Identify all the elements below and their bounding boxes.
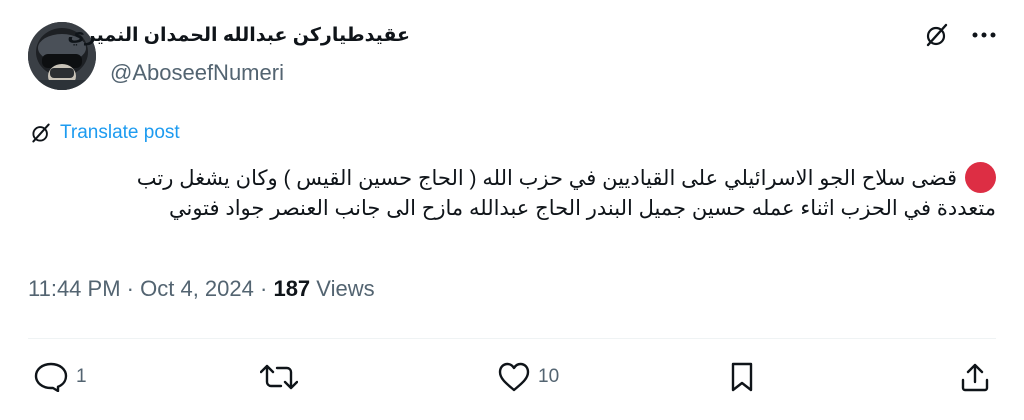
grok-icon[interactable] (924, 22, 950, 48)
share-button[interactable] (960, 362, 990, 392)
post-line-1: قضى سلاح الجو الاسرائيلي على القياديين ف… (36, 162, 996, 195)
views-label: Views (316, 276, 375, 301)
post-text: قضى سلاح الجو الاسرائيلي على القياديين ف… (36, 162, 996, 223)
like-button[interactable]: 10 (498, 362, 559, 392)
share-icon (961, 363, 989, 392)
views-count: 187 (273, 276, 311, 301)
meta-separator: · (260, 276, 274, 301)
translate-label: Translate post (60, 122, 180, 143)
red-circle-icon (965, 162, 996, 193)
author-display-name[interactable]: عقيدطياركن عبدالله الحمدان النميري (67, 24, 410, 47)
translate-post-link[interactable]: Translate post (30, 122, 180, 144)
meta-separator: · (126, 276, 141, 301)
heart-icon (498, 362, 530, 392)
like-count: 10 (538, 366, 560, 387)
reply-button[interactable]: 1 (34, 362, 87, 392)
reply-count: 1 (76, 366, 87, 387)
repost-icon (260, 364, 298, 390)
more-icon[interactable] (972, 31, 996, 39)
divider (28, 338, 996, 339)
bookmark-icon (731, 362, 753, 392)
post-time[interactable]: 11:44 PM (28, 276, 121, 301)
translate-grok-icon (30, 122, 52, 144)
post-line-2: متعددة في الحزب اثناء عمله حسين جميل الب… (168, 197, 996, 220)
reply-icon (34, 362, 68, 392)
author-handle[interactable]: @AboseefNumeri (110, 60, 284, 86)
post-meta: 11:44 PM · Oct 4, 2024 · 187 Views (28, 276, 375, 302)
repost-button[interactable] (260, 362, 298, 392)
header-actions (924, 22, 996, 48)
bookmark-button[interactable] (730, 362, 754, 392)
action-bar: 1 10 (30, 362, 994, 396)
post-date[interactable]: Oct 4, 2024 (140, 276, 254, 301)
